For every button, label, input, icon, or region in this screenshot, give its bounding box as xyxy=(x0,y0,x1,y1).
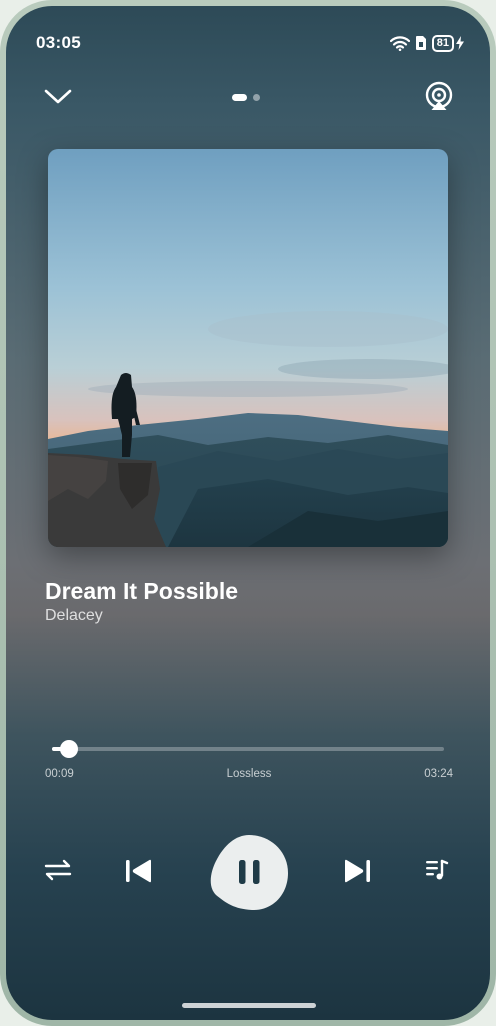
previous-button[interactable] xyxy=(122,855,156,887)
elapsed-time: 00:09 xyxy=(45,768,74,780)
skip-previous-icon xyxy=(126,859,151,883)
page-dot xyxy=(253,94,260,101)
chevron-down-icon xyxy=(44,89,72,104)
phone-frame: 03:05 81 Dream It Possible Delacey 00:09… xyxy=(0,0,496,1026)
charging-icon xyxy=(456,36,464,50)
status-bar: 03:05 81 xyxy=(36,32,464,54)
play-pause-button[interactable] xyxy=(208,833,290,911)
progress-slider[interactable] xyxy=(52,740,444,758)
playlist-icon xyxy=(426,859,449,880)
wifi-icon xyxy=(389,36,410,51)
player-screen: 03:05 81 Dream It Possible Delacey 00:09… xyxy=(6,6,490,1020)
status-time: 03:05 xyxy=(36,33,81,52)
cast-icon xyxy=(425,81,453,110)
skip-next-icon xyxy=(345,859,370,883)
time-row: 00:09 Lossless 03:24 xyxy=(45,768,453,780)
page-dot-active xyxy=(232,94,247,101)
battery-level: 81 xyxy=(431,34,454,52)
playback-controls xyxy=(6,831,490,911)
page-indicator[interactable] xyxy=(232,94,260,101)
repeat-mode-button[interactable] xyxy=(42,856,74,884)
duration-time: 03:24 xyxy=(424,768,453,780)
top-controls xyxy=(6,78,490,118)
progress-track xyxy=(52,747,444,751)
next-button[interactable] xyxy=(340,855,374,887)
song-artist[interactable]: Delacey xyxy=(45,607,103,625)
home-indicator[interactable] xyxy=(182,1003,316,1008)
sim-icon xyxy=(415,36,426,50)
album-art[interactable] xyxy=(48,149,448,547)
quality-label[interactable]: Lossless xyxy=(227,768,272,780)
cast-button[interactable] xyxy=(422,80,456,114)
status-icons: 81 xyxy=(389,34,464,52)
playlist-button[interactable] xyxy=(422,855,452,885)
song-title: Dream It Possible xyxy=(45,578,239,604)
battery-icon: 81 xyxy=(431,34,464,52)
album-art-image xyxy=(48,149,448,547)
pause-icon xyxy=(210,835,288,911)
collapse-button[interactable] xyxy=(42,83,74,111)
progress-thumb[interactable] xyxy=(60,740,79,758)
repeat-icon xyxy=(44,859,72,881)
